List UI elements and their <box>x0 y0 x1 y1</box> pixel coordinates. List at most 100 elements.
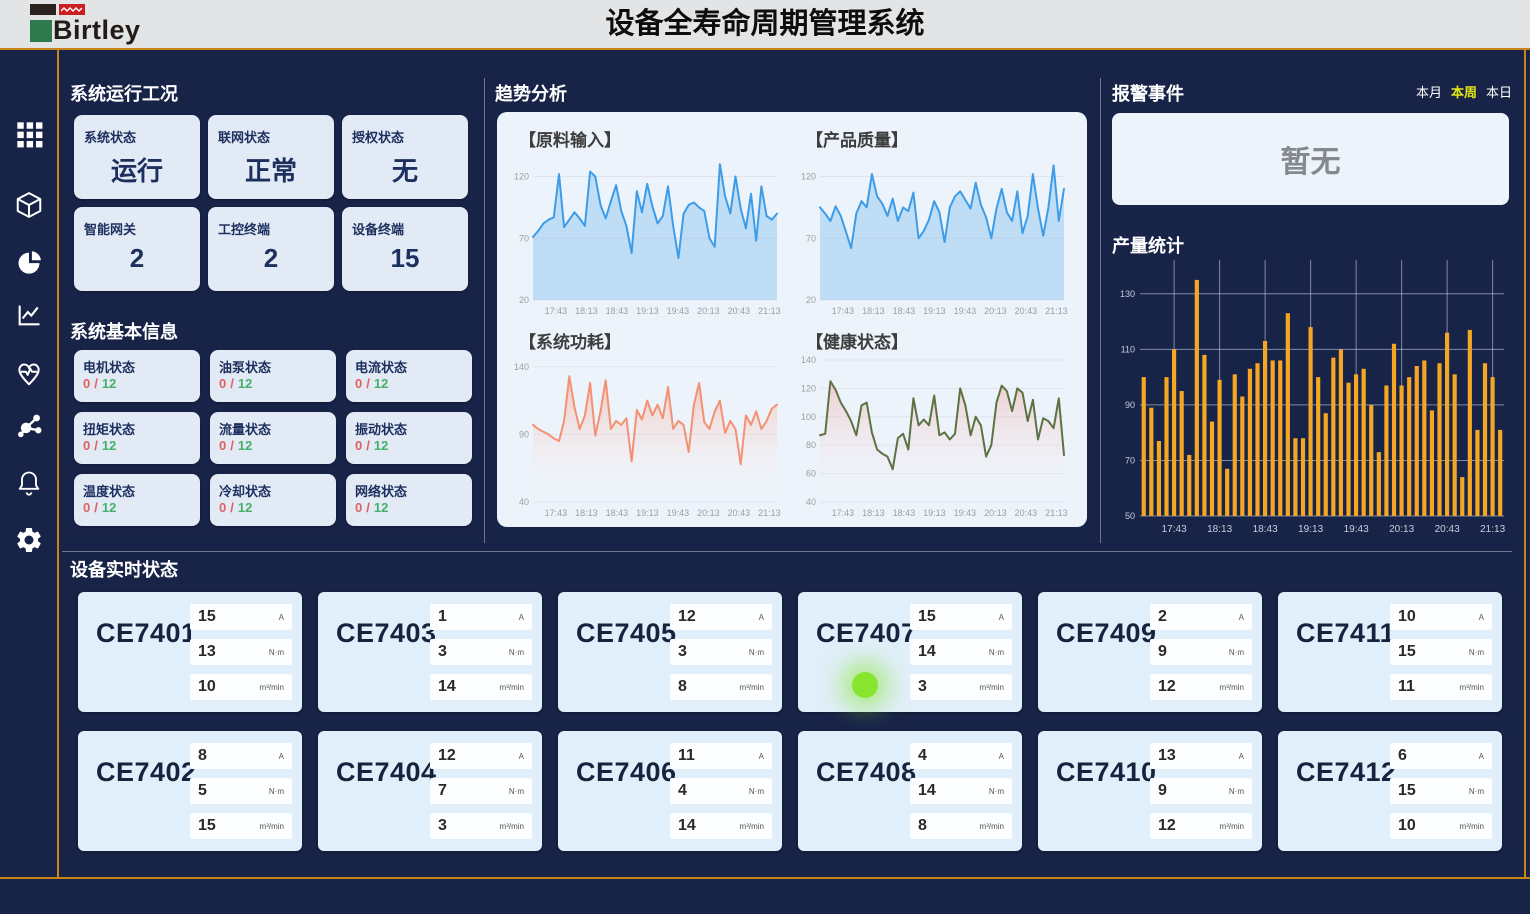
device-metric-unit: A <box>999 613 1004 622</box>
status-card-value: 运行 <box>74 151 200 188</box>
device-metric-value: 14 <box>918 782 936 800</box>
device-metric-row: 7N·m <box>430 778 532 804</box>
device-metric-row: 15N·m <box>1390 778 1492 804</box>
device-metrics: 13A9N·m12m³/min <box>1150 743 1252 839</box>
device-metrics: 12A7N·m3m³/min <box>430 743 532 839</box>
device-metric-unit: A <box>999 752 1004 761</box>
svg-text:18:13: 18:13 <box>575 508 598 518</box>
device-card[interactable]: CE740115A13N·m10m³/min <box>78 592 302 712</box>
device-metric-row: 3N·m <box>670 639 772 665</box>
svg-text:18:43: 18:43 <box>893 306 916 316</box>
alarm-tab-month[interactable]: 本月 <box>1416 85 1442 100</box>
status-indicator-green <box>852 672 878 698</box>
device-metric-value: 7 <box>438 782 447 800</box>
dashboard: Birtley 设备全寿命周期管理系统 系统运行工况 系统状态运行联网状态正常授… <box>0 0 1530 914</box>
device-metric-row: 10A <box>1390 604 1492 630</box>
device-card[interactable]: CE74084A14N·m8m³/min <box>798 731 1022 851</box>
device-metric-value: 8 <box>918 817 927 835</box>
device-metric-row: 14m³/min <box>670 813 772 839</box>
device-metric-value: 14 <box>438 678 456 696</box>
sidebar-item-molecule-icon[interactable] <box>0 411 57 439</box>
device-metric-unit: m³/min <box>500 683 524 692</box>
device-metric-row: 15N·m <box>1390 639 1492 665</box>
device-card[interactable]: CE741013A9N·m12m³/min <box>1038 731 1262 851</box>
svg-text:18:13: 18:13 <box>862 508 885 518</box>
alarm-count: 0 <box>219 500 226 515</box>
section-title-production: 产量统计 <box>1112 232 1184 258</box>
sidebar-item-pie-chart-icon[interactable] <box>0 248 57 276</box>
settings-icon <box>14 525 44 555</box>
basic-card-count: 0/12 <box>355 376 388 391</box>
device-card[interactable]: CE740512A3N·m8m³/min <box>558 592 782 712</box>
total-count: 12 <box>238 376 252 391</box>
status-card-label: 智能网关 <box>84 219 136 238</box>
grid-icon <box>15 120 43 148</box>
svg-text:20:43: 20:43 <box>728 508 751 518</box>
device-metric-row: 15m³/min <box>190 813 292 839</box>
device-metric-unit: N·m <box>509 648 524 657</box>
sidebar-item-line-chart-icon[interactable] <box>0 301 57 329</box>
basic-card-label: 振动状态 <box>355 419 407 438</box>
device-name: CE7403 <box>336 618 437 649</box>
basic-info-card: 温度状态0/12 <box>74 474 200 526</box>
basic-card-label: 流量状态 <box>219 419 271 438</box>
device-metric-row: 3m³/min <box>430 813 532 839</box>
device-card[interactable]: CE740611A4N·m14m³/min <box>558 731 782 851</box>
svg-text:19:43: 19:43 <box>667 306 690 316</box>
svg-text:20:13: 20:13 <box>697 508 720 518</box>
device-metric-row: 11A <box>670 743 772 769</box>
device-metric-unit: A <box>519 613 524 622</box>
svg-text:19:43: 19:43 <box>667 508 690 518</box>
alarm-count: 0 <box>219 438 226 453</box>
right-gold-divider <box>1524 50 1526 879</box>
svg-text:19:13: 19:13 <box>923 508 946 518</box>
count-separator: / <box>230 438 234 453</box>
device-card[interactable]: CE74092A9N·m12m³/min <box>1038 592 1262 712</box>
alarm-tab-day[interactable]: 本日 <box>1486 85 1512 100</box>
device-metric-value: 2 <box>1158 608 1167 626</box>
device-metric-unit: N·m <box>989 787 1004 796</box>
sidebar-item-cube-icon[interactable] <box>0 190 57 220</box>
device-card[interactable]: CE740715A14N·m3m³/min <box>798 592 1022 712</box>
device-metric-unit: A <box>519 752 524 761</box>
device-card[interactable]: CE74126A15N·m10m³/min <box>1278 731 1502 851</box>
total-count: 12 <box>102 376 116 391</box>
device-card[interactable]: CE740412A7N·m3m³/min <box>318 731 542 851</box>
sidebar-item-bell-icon[interactable] <box>0 469 57 497</box>
chart-title: 【产品质量】 <box>806 126 908 151</box>
system-status-card: 工控终端2 <box>208 207 334 291</box>
svg-text:17:43: 17:43 <box>545 508 568 518</box>
device-metric-row: 1A <box>430 604 532 630</box>
sidebar-item-grid-icon[interactable] <box>0 120 57 148</box>
alarm-count: 0 <box>83 376 90 391</box>
device-name: CE7401 <box>96 618 197 649</box>
device-metric-value: 11 <box>678 747 695 765</box>
alarm-tab-week[interactable]: 本周 <box>1451 85 1477 100</box>
sidebar-item-health-icon[interactable] <box>0 358 57 388</box>
device-metrics: 1A3N·m14m³/min <box>430 604 532 700</box>
basic-card-count: 0/12 <box>83 500 116 515</box>
health-icon <box>14 358 44 388</box>
device-card[interactable]: CE741110A15N·m11m³/min <box>1278 592 1502 712</box>
device-metric-value: 8 <box>678 678 687 696</box>
device-metric-unit: m³/min <box>740 822 764 831</box>
svg-text:19:13: 19:13 <box>636 306 659 316</box>
device-card[interactable]: CE74031A3N·m14m³/min <box>318 592 542 712</box>
sidebar-item-settings-icon[interactable] <box>0 525 57 555</box>
count-separator: / <box>94 500 98 515</box>
svg-text:21:13: 21:13 <box>758 306 781 316</box>
device-metric-unit: N·m <box>269 648 284 657</box>
device-metric-row: 11m³/min <box>1390 674 1492 700</box>
device-metric-value: 11 <box>1398 678 1415 696</box>
basic-info-card: 电机状态0/12 <box>74 350 200 402</box>
device-metric-value: 5 <box>198 782 207 800</box>
status-card-label: 授权状态 <box>352 127 404 146</box>
basic-card-label: 扭矩状态 <box>83 419 135 438</box>
basic-card-label: 温度状态 <box>83 481 135 500</box>
device-name: CE7405 <box>576 618 677 649</box>
device-metric-unit: m³/min <box>980 822 1004 831</box>
svg-text:70: 70 <box>519 233 529 243</box>
device-card[interactable]: CE74028A5N·m15m³/min <box>78 731 302 851</box>
device-metric-unit: N·m <box>1469 648 1484 657</box>
device-metric-row: 8 m³/min <box>910 813 1012 839</box>
